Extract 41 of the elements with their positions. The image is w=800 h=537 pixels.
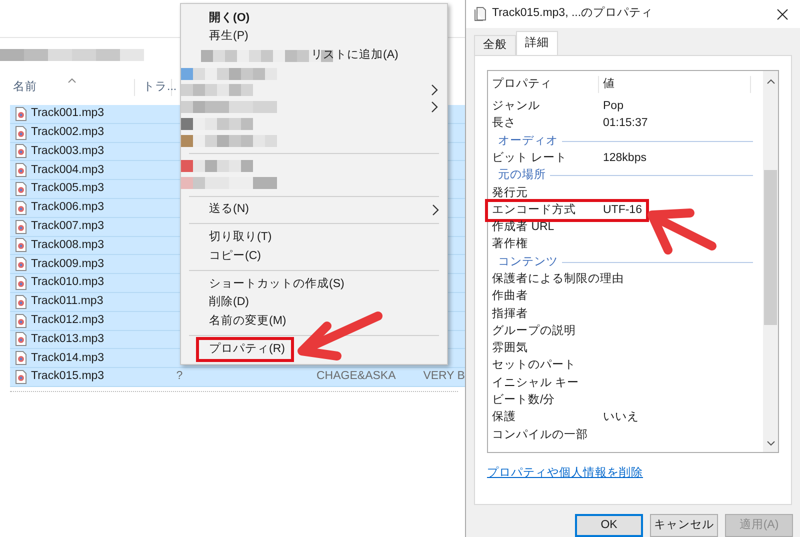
property-value: UTF-16 <box>602 202 642 218</box>
file-name: Track007.mp3 <box>31 219 106 234</box>
property-name: 長さ <box>491 116 517 132</box>
property-name: 指揮者 <box>491 306 529 322</box>
property-name: 作曲者 <box>491 288 529 304</box>
table-cell-text: ? <box>176 369 184 384</box>
file-name: Track002.mp3 <box>31 125 106 140</box>
window-title: Track015.mp3, ...のプロパティ <box>492 5 654 22</box>
property-name: 作成者 URL <box>491 220 556 236</box>
property-name: 雰囲気 <box>491 340 529 356</box>
file-name: Track008.mp3 <box>31 238 106 253</box>
property-name: エンコード方式 <box>491 202 577 218</box>
property-value: 01:15:37 <box>602 116 648 132</box>
file-name: Track001.mp3 <box>31 106 106 122</box>
property-name: グループの説明 <box>491 323 577 339</box>
file-name: Track004.mp3 <box>31 162 106 178</box>
property-name: 保護 <box>491 410 517 426</box>
property-value: いいえ <box>602 410 639 426</box>
property-value: Pop <box>602 99 624 114</box>
file-name: Track010.mp3 <box>31 275 106 290</box>
file-name: Track009.mp3 <box>31 256 106 272</box>
table-cell-text: VERY B <box>423 369 465 384</box>
property-name: イニシャル キー <box>491 376 580 391</box>
property-name: セットのパート <box>491 358 577 374</box>
file-name: Track015.mp3 <box>31 369 106 384</box>
file-name: Track006.mp3 <box>31 200 106 216</box>
property-name: 著作権 <box>491 236 529 252</box>
property-value: 128kbps <box>602 150 646 166</box>
file-name: Track014.mp3 <box>31 350 106 366</box>
file-name: Track011.mp3 <box>31 294 104 310</box>
property-name: 発行元 <box>491 186 529 200</box>
property-name: ビート数/分 <box>491 392 556 408</box>
property-name: 保護者による制限の理由 <box>491 272 624 287</box>
table-cell-text: CHAGE&ASKA <box>316 369 397 384</box>
property-name: ジャンル <box>491 99 541 114</box>
property-name: ビット レート <box>491 150 568 166</box>
file-name: Track013.mp3 <box>31 332 106 347</box>
property-name: コンパイルの一部 <box>491 427 589 443</box>
file-name: Track003.mp3 <box>31 144 106 159</box>
file-name: Track012.mp3 <box>31 313 106 328</box>
file-name: Track005.mp3 <box>31 181 106 196</box>
